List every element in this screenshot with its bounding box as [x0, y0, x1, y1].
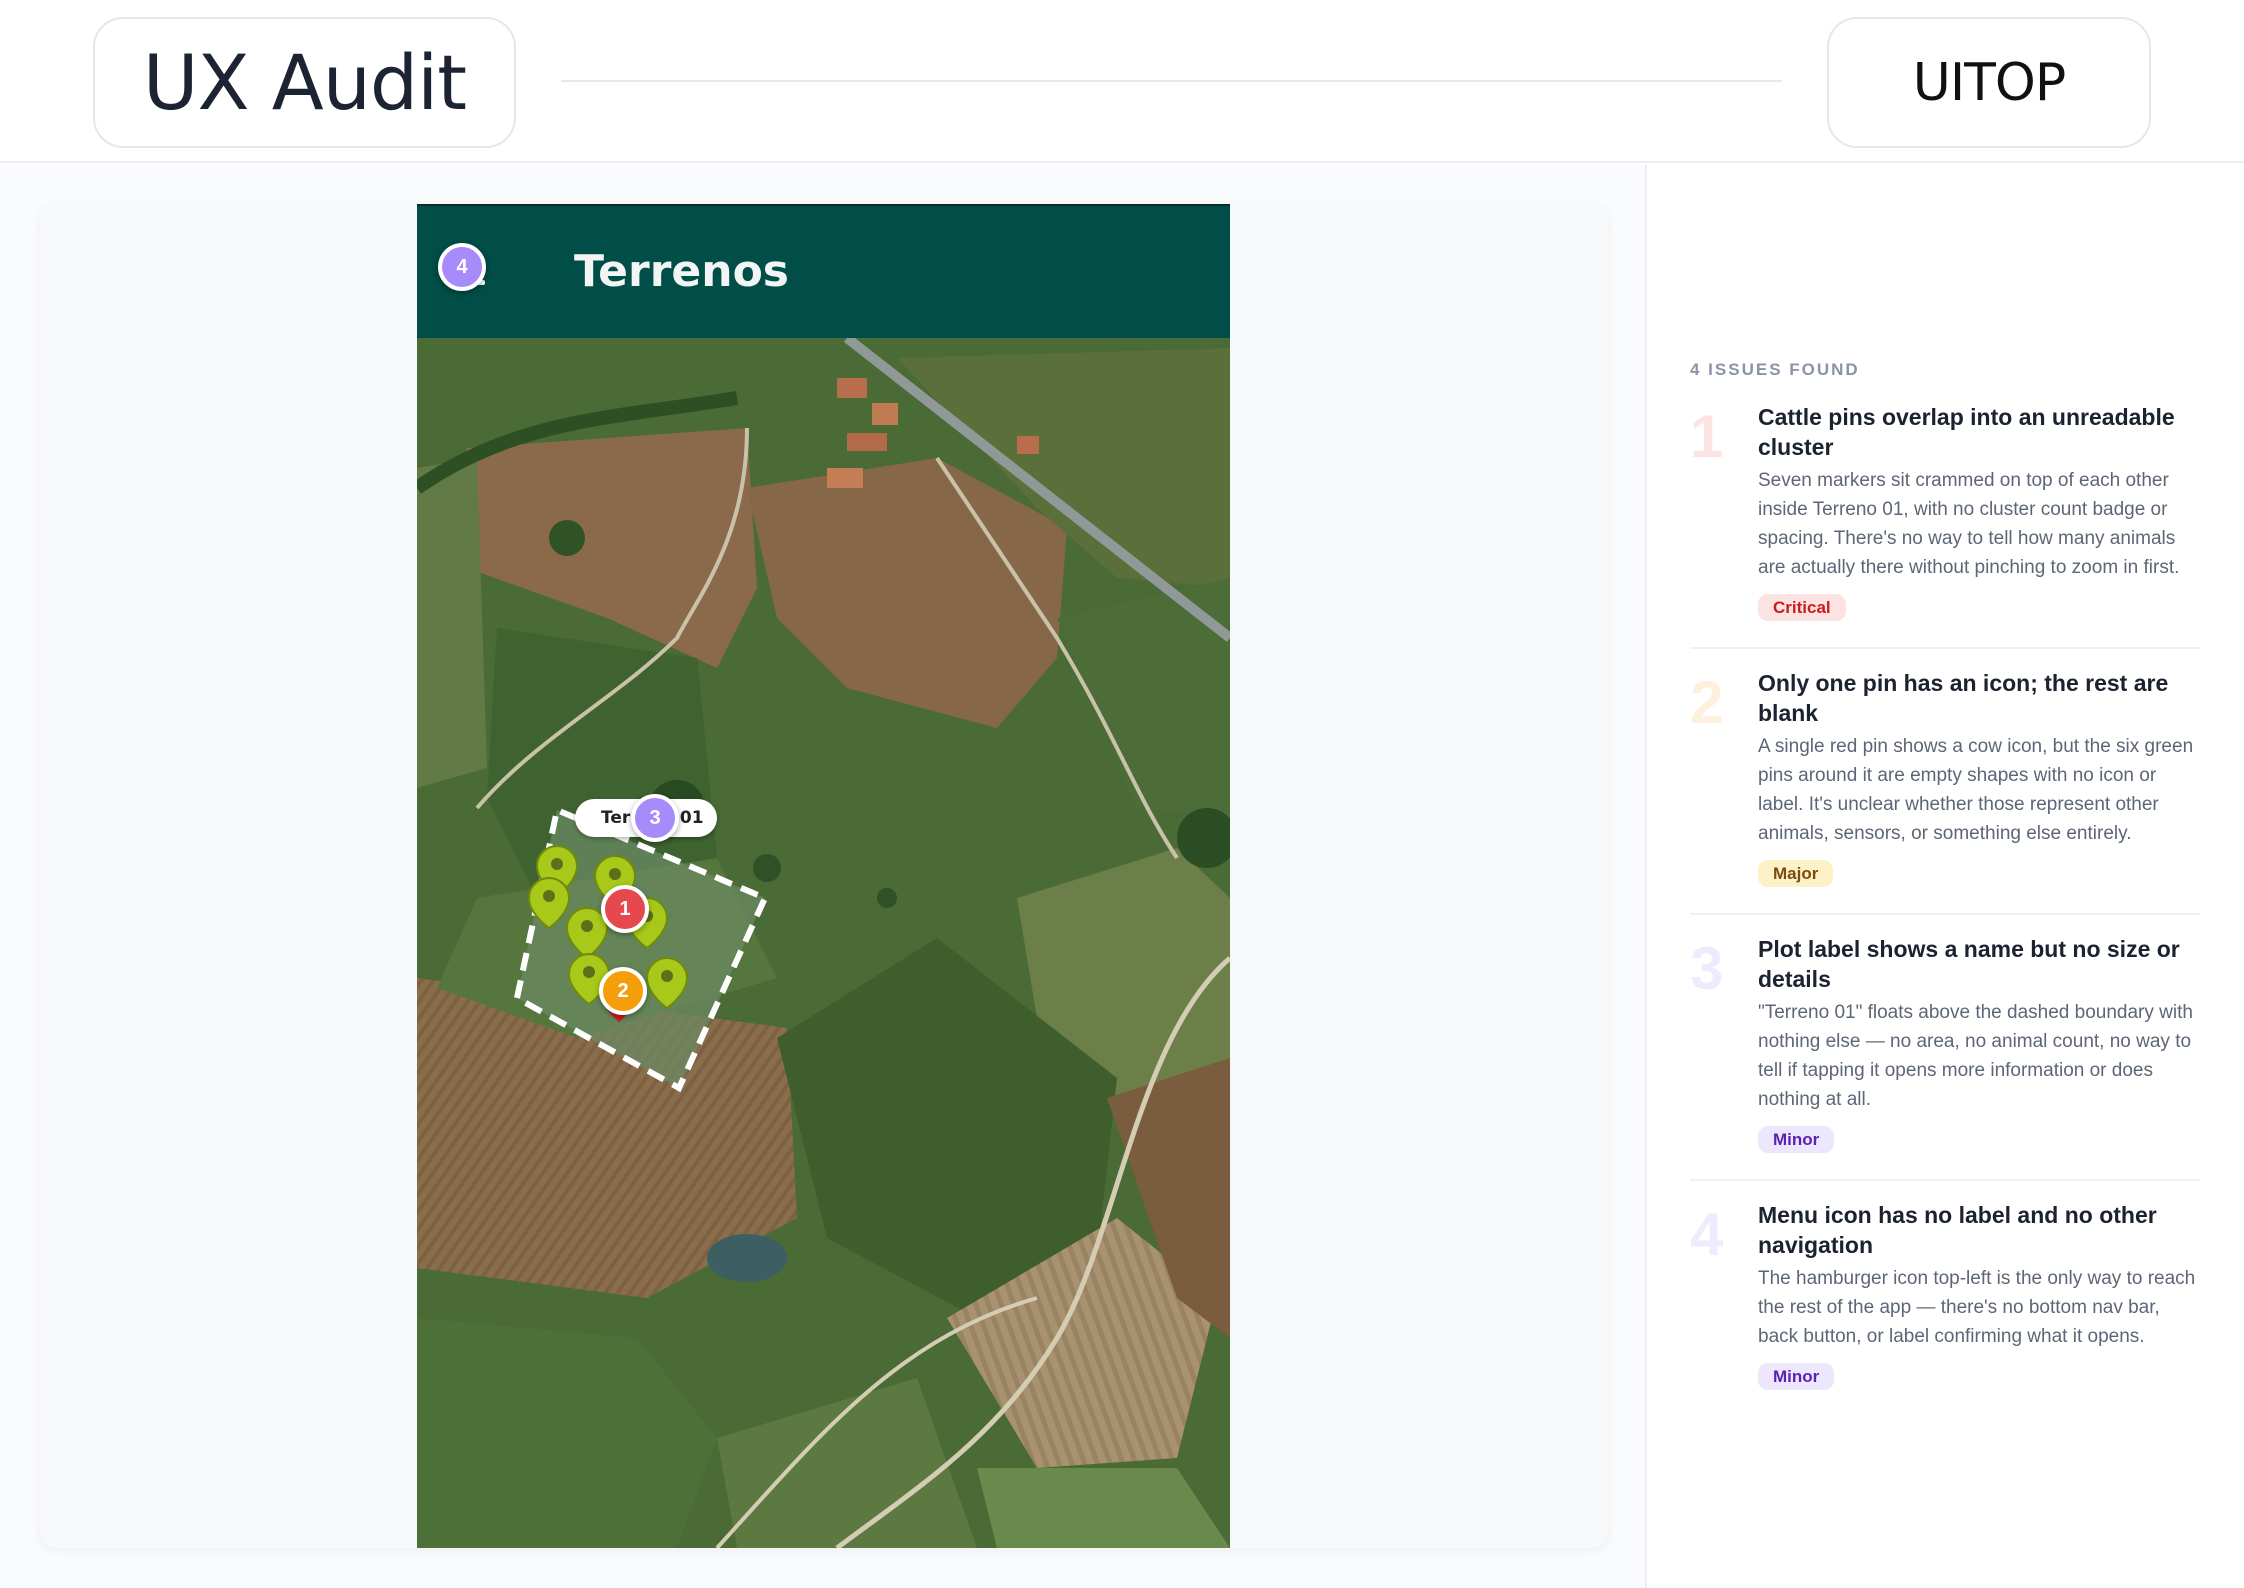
annotation-marker-1[interactable]: 1 [601, 885, 649, 933]
issue-divider [1690, 913, 2200, 915]
severity-badge: Minor [1758, 1126, 1835, 1153]
severity-badge: Minor [1758, 1363, 1835, 1390]
issue-description: "Terreno 01" floats above the dashed bou… [1758, 1002, 2193, 1110]
issue-divider [1690, 647, 2200, 649]
issue-divider [1690, 1179, 2200, 1181]
issue-description: The hamburger icon top-left is the only … [1758, 1268, 2196, 1347]
app-title: Terrenos [574, 246, 789, 297]
severity-badge: Critical [1758, 594, 1846, 621]
issue-number: 3 [1690, 935, 1724, 1002]
issue-number: 1 [1690, 403, 1724, 470]
issue-description: A single red pin shows a cow icon, but t… [1758, 736, 2194, 844]
top-header: UX Audit UITOP [0, 0, 2244, 163]
header-divider [561, 80, 1782, 82]
page-title: UX Audit [142, 38, 467, 127]
brand-logo-box: UITOP [1827, 17, 2151, 148]
issue-item-3[interactable]: 3 Plot label shows a name but no size or… [1690, 934, 2200, 1154]
page-title-box: UX Audit [93, 17, 516, 148]
annotation-marker-4[interactable]: 4 [438, 243, 486, 291]
issue-description: Seven markers sit crammed on top of each… [1758, 470, 2180, 578]
issue-number: 4 [1690, 1201, 1724, 1268]
issue-title: Cattle pins overlap into an unreadable c… [1758, 404, 2175, 460]
app-bar: Terrenos [417, 204, 1230, 338]
issue-title: Menu icon has no label and no other navi… [1758, 1202, 2157, 1258]
issue-title: Plot label shows a name but no size or d… [1758, 936, 2180, 992]
issue-title: Only one pin has an icon; the rest are b… [1758, 670, 2169, 726]
issues-count-label: 4 ISSUES FOUND [1690, 360, 1860, 379]
issue-item-1[interactable]: 1 Cattle pins overlap into an unreadable… [1690, 402, 2200, 622]
issue-item-4[interactable]: 4 Menu icon has no label and no other na… [1690, 1200, 2200, 1400]
app-screenshot: Terrenos Terreno 01 [417, 204, 1230, 1548]
issue-item-2[interactable]: 2 Only one pin has an icon; the rest are… [1690, 668, 2200, 888]
severity-badge: Major [1758, 860, 1834, 887]
brand-logo: UITOP [1912, 52, 2066, 113]
annotation-marker-3[interactable]: 3 [631, 794, 679, 842]
satellite-map [417, 338, 1230, 1548]
annotation-marker-2[interactable]: 2 [599, 967, 647, 1015]
issue-number: 2 [1690, 669, 1724, 736]
